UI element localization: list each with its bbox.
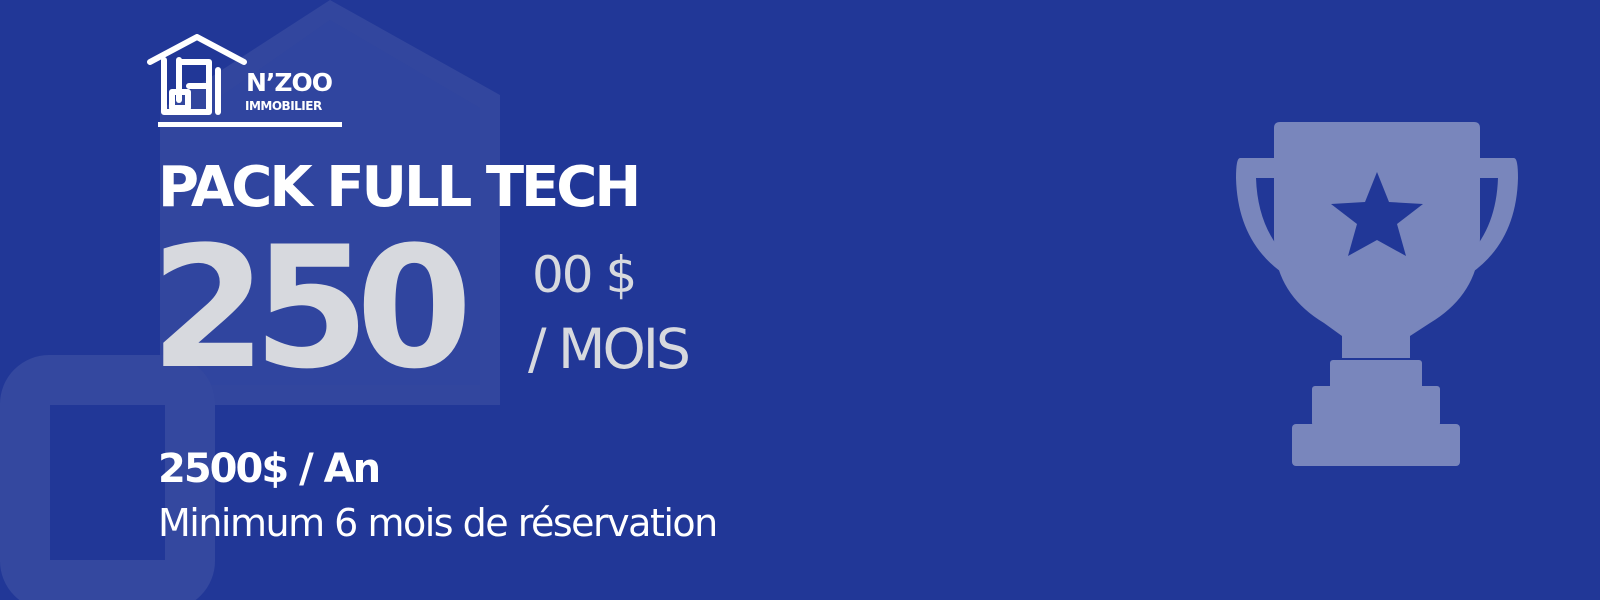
price-main: 250 <box>150 210 473 406</box>
price-period: / MOIS <box>528 317 691 381</box>
logo-underline <box>158 122 342 127</box>
brand-name: N’ZOO <box>246 68 333 97</box>
house-logo-icon <box>147 34 256 126</box>
brand-logo: N’ZOO IMMOBILIER <box>146 34 356 134</box>
trophy-star-icon <box>1236 122 1518 466</box>
brand-subtitle: IMMOBILIER <box>245 99 322 113</box>
annual-price: 2500$ / An <box>158 446 381 492</box>
plan-title: PACK FULL TECH <box>158 155 641 220</box>
price-cents: 00 $ <box>532 246 637 304</box>
reservation-note: Minimum 6 mois de réservation <box>158 501 718 545</box>
